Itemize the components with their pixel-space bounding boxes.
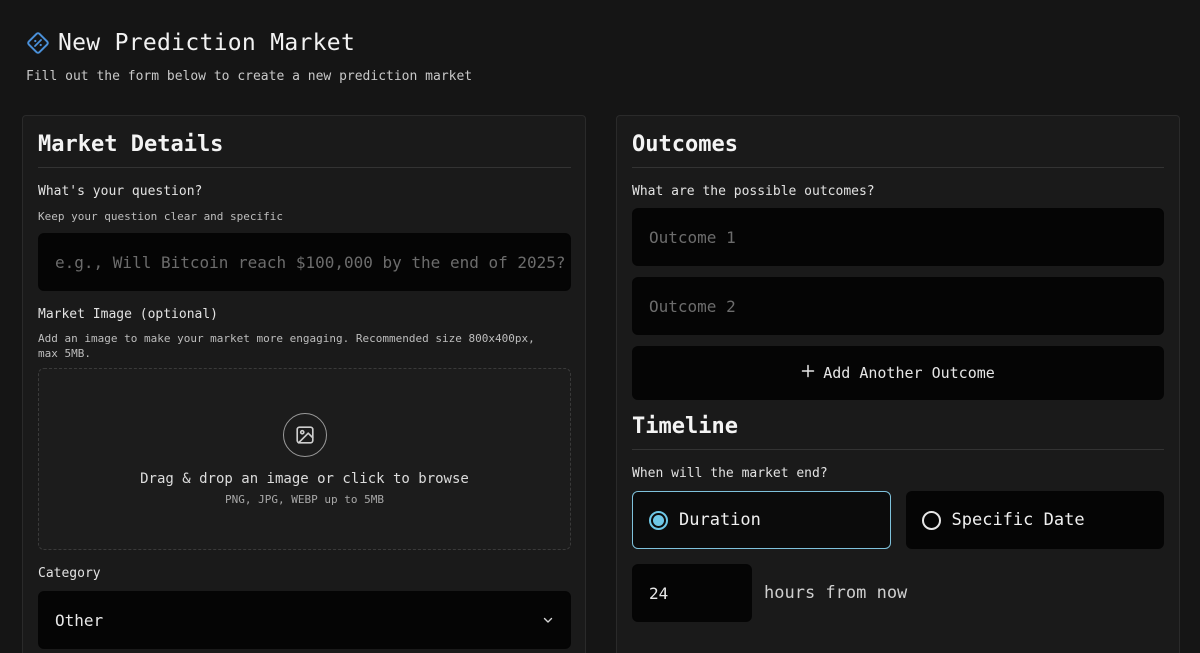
market-image-hint: Add an image to make your market more en… bbox=[38, 332, 535, 360]
dropzone-text: Drag & drop an image or click to browse bbox=[140, 470, 469, 487]
page-title: New Prediction Market bbox=[58, 30, 356, 56]
dropzone-subtext: PNG, JPG, WEBP up to 5MB bbox=[225, 492, 384, 506]
hours-input[interactable]: 24 bbox=[632, 564, 752, 622]
title-row: New Prediction Market bbox=[26, 30, 472, 56]
outcome-2-placeholder: Outcome 2 bbox=[649, 296, 736, 316]
specific-date-option-label: Specific Date bbox=[951, 510, 1085, 530]
add-outcome-button[interactable]: Add Another Outcome bbox=[632, 346, 1164, 400]
category-select[interactable]: Other bbox=[38, 591, 571, 649]
plus-icon bbox=[801, 364, 815, 382]
radio-selected-icon bbox=[649, 510, 668, 530]
market-image-label: Market Image (optional) bbox=[38, 307, 219, 322]
question-label: What's your question? bbox=[38, 184, 203, 199]
timeline-label: When will the market end? bbox=[632, 466, 828, 481]
specific-date-option[interactable]: Specific Date bbox=[905, 491, 1164, 549]
image-dropzone[interactable]: Drag & drop an image or click to browse … bbox=[38, 368, 571, 550]
timeline-options: Duration Specific Date bbox=[632, 491, 1164, 549]
outcome-input-2[interactable]: Outcome 2 bbox=[632, 277, 1164, 335]
page: New Prediction Market Fill out the form … bbox=[0, 0, 1200, 653]
section-divider bbox=[632, 167, 1164, 168]
market-details-panel: Market Details What's your question? Kee… bbox=[22, 115, 586, 653]
prediction-logo-icon bbox=[26, 31, 50, 55]
outcomes-panel: Outcomes What are the possible outcomes?… bbox=[616, 115, 1180, 653]
category-label: Category bbox=[38, 566, 101, 581]
timeline-title: Timeline bbox=[632, 414, 738, 439]
hours-suffix: hours from now bbox=[764, 583, 908, 603]
question-hint: Keep your question clear and specific bbox=[38, 210, 284, 223]
outcomes-title: Outcomes bbox=[632, 132, 738, 157]
outcomes-label: What are the possible outcomes? bbox=[632, 184, 875, 199]
image-icon bbox=[282, 412, 327, 457]
section-divider bbox=[632, 449, 1164, 450]
outcome-1-placeholder: Outcome 1 bbox=[649, 227, 736, 247]
question-placeholder: e.g., Will Bitcoin reach $100,000 by the… bbox=[55, 252, 566, 272]
duration-option-label: Duration bbox=[679, 510, 761, 530]
hours-value: 24 bbox=[649, 583, 669, 603]
outcome-input-1[interactable]: Outcome 1 bbox=[632, 208, 1164, 266]
duration-row: 24 hours from now bbox=[632, 564, 1164, 622]
section-divider bbox=[38, 167, 571, 168]
add-outcome-label: Add Another Outcome bbox=[823, 364, 995, 382]
market-details-title: Market Details bbox=[38, 132, 224, 157]
page-subtitle: Fill out the form below to create a new … bbox=[26, 69, 473, 84]
question-input[interactable]: e.g., Will Bitcoin reach $100,000 by the… bbox=[38, 233, 571, 291]
chevron-down-icon bbox=[542, 611, 554, 630]
category-selected-value: Other bbox=[55, 610, 104, 630]
duration-option[interactable]: Duration bbox=[632, 491, 891, 549]
radio-unselected-icon bbox=[921, 510, 941, 530]
page-header: New Prediction Market Fill out the form … bbox=[26, 30, 472, 84]
